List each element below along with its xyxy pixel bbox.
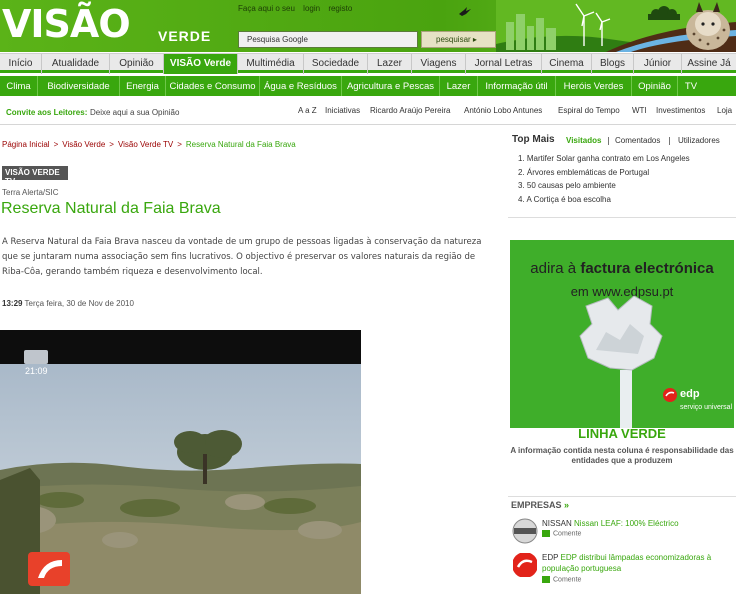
subnav-agua-residuos[interactable]: Água e Resíduos <box>260 76 342 96</box>
site-header: VISÃO VERDE Faça aqui o seu login regist… <box>0 0 736 52</box>
edp-logo-icon <box>663 388 677 402</box>
link-antonio-lobo-antunes[interactable]: António Lobo Antunes <box>464 106 542 115</box>
tertiary-bar: Convite aos Leitores: Deixe aqui a sua O… <box>0 102 736 120</box>
tab-atualidade[interactable]: Atualidade <box>42 54 110 74</box>
edp-advertisement[interactable]: adira à factura electrónica em www.edpsu… <box>510 240 734 428</box>
top-mais-item[interactable]: 2. Árvores emblemáticas de Portugal <box>518 168 690 182</box>
video-clock: 21:09 <box>25 366 48 376</box>
subnav-herois-verdes[interactable]: Heróis Verdes <box>556 76 632 96</box>
link-wti[interactable]: WTI <box>632 106 647 115</box>
search-button[interactable]: pesquisar ▸ <box>421 31 496 48</box>
breadcrumb-visao-verde-tv[interactable]: Visão Verde TV <box>118 140 173 149</box>
breadcrumb: Página Inicial > Visão Verde > Visão Verde T… <box>2 140 296 149</box>
article-time: 13:29 <box>2 299 23 308</box>
video-player[interactable]: 21:09 <box>0 330 361 594</box>
video-frame: 21:09 <box>0 330 361 594</box>
comment-link[interactable]: Comente <box>542 576 581 583</box>
top-mais-item[interactable]: 1. Martifer Solar ganha contrato em Los … <box>518 154 690 168</box>
tab-visitados[interactable]: Visitados <box>566 136 601 145</box>
article-lead: A Reserva Natural da Faia Brava nasceu d… <box>2 237 482 277</box>
empresa-company: NISSAN <box>542 519 572 528</box>
search-input[interactable]: Pesquisa Google <box>238 31 418 48</box>
top-mais-title: Top Mais <box>512 134 555 145</box>
link-a-a-z[interactable]: A a Z <box>298 106 317 115</box>
main-navigation: Início Atualidade Opinião VISÃO Verde Mu… <box>0 53 736 74</box>
subnav-clima[interactable]: Clima <box>0 76 38 96</box>
tab-utilizadores[interactable]: Utilizadores <box>678 136 720 145</box>
account-links: Faça aqui o seu login registo <box>238 4 358 13</box>
tab-viagens[interactable]: Viagens <box>412 54 466 74</box>
top-mais-panel: Top Mais Visitados | Comentados | Utiliz… <box>508 130 736 218</box>
tab-assine-ja[interactable]: Assine Já <box>682 54 736 74</box>
ad-brand: edp <box>680 388 700 400</box>
link-iniciativas[interactable]: Iniciativas <box>325 106 360 115</box>
tab-sociedade[interactable]: Sociedade <box>304 54 368 74</box>
subnav-biodiversidade[interactable]: Biodiversidade <box>38 76 120 96</box>
linha-verde-text: A informação contida nesta coluna é resp… <box>510 446 734 465</box>
crumpled-paper-icon <box>579 295 663 428</box>
subnav-energia[interactable]: Energia <box>120 76 166 96</box>
top-mais-item[interactable]: 3. 50 causas pelo ambiente <box>518 181 690 195</box>
convite-label: Convite aos Leitores: <box>6 108 88 117</box>
convite-link[interactable]: Deixe aqui a sua Opinião <box>90 108 179 117</box>
tab-comentados[interactable]: Comentados <box>615 136 660 145</box>
empresa-headline: Nissan LEAF: 100% Eléctrico <box>574 519 679 528</box>
site-logo-subtitle[interactable]: VERDE <box>158 28 211 44</box>
link-loja[interactable]: Loja <box>717 106 732 115</box>
article-title: Reserva Natural da Faia Brava <box>1 200 221 217</box>
empresa-company: EDP <box>542 553 559 562</box>
tab-opiniao[interactable]: Opinião <box>110 54 164 74</box>
subnav-agricultura-pescas[interactable]: Agricultura e Pescas <box>342 76 440 96</box>
tab-multimedia[interactable]: Multimédia <box>238 54 304 74</box>
article-source: Terra Alerta/SIC <box>2 188 59 197</box>
tab-visao-verde[interactable]: VISÃO Verde <box>164 54 238 74</box>
login-prompt: Faça aqui o seu <box>238 4 295 13</box>
tab-lazer[interactable]: Lazer <box>368 54 412 74</box>
subnav-opiniao[interactable]: Opinião <box>632 76 678 96</box>
comment-link[interactable]: Comente <box>542 530 581 537</box>
top-mais-list: 1. Martifer Solar ganha contrato em Los … <box>518 154 690 208</box>
sub-navigation: Clima Biodiversidade Energia Cidades e C… <box>0 76 736 96</box>
subnav-tv[interactable]: TV <box>678 76 704 96</box>
linha-verde-title: LINHA VERDE <box>578 426 666 441</box>
link-espiral-do-tempo[interactable]: Espiral do Tempo <box>558 106 620 115</box>
nissan-logo-icon <box>512 518 538 544</box>
bird-icon <box>459 7 471 16</box>
article-date: 13:29 Terça feira, 30 de Nov de 2010 <box>2 299 134 308</box>
link-ricardo-araujo-pereira[interactable]: Ricardo Araújo Pereira <box>370 106 450 115</box>
subnav-cidades-consumo[interactable]: Cidades e Consumo <box>166 76 260 96</box>
section-tag[interactable]: VISÃO VERDE TV <box>2 166 68 186</box>
register-link[interactable]: registo <box>328 4 352 13</box>
breadcrumb-current: Reserva Natural da Faia Brava <box>185 140 296 149</box>
link-investimentos[interactable]: Investimentos <box>656 106 705 115</box>
tab-jornal-letras[interactable]: Jornal Letras <box>466 54 542 74</box>
top-mais-item[interactable]: 4. A Cortiça é boa escolha <box>518 195 690 209</box>
ad-brand-sub: serviço universal <box>680 404 733 411</box>
empresa-headline: EDP distribui lâmpadas economizadoras à … <box>542 553 712 573</box>
article-date-text: Terça feira, 30 de Nov de 2010 <box>24 299 134 308</box>
login-link[interactable]: login <box>303 4 320 13</box>
empresas-header[interactable]: EMPRESAS » <box>508 496 736 512</box>
tab-junior[interactable]: Júnior <box>634 54 682 74</box>
breadcrumb-home[interactable]: Página Inicial <box>2 140 50 149</box>
tab-inicio[interactable]: Início <box>0 54 42 74</box>
tab-cinema[interactable]: Cinema <box>542 54 592 74</box>
subnav-lazer[interactable]: Lazer <box>440 76 478 96</box>
header-illustration <box>496 0 736 52</box>
divider <box>0 124 736 125</box>
subnav-informacao-util[interactable]: Informação útil <box>478 76 556 96</box>
tab-blogs[interactable]: Blogs <box>592 54 634 74</box>
breadcrumb-visao-verde[interactable]: Visão Verde <box>62 140 105 149</box>
site-logo[interactable]: VISÃO <box>2 4 131 44</box>
edp-logo-icon <box>513 553 537 577</box>
